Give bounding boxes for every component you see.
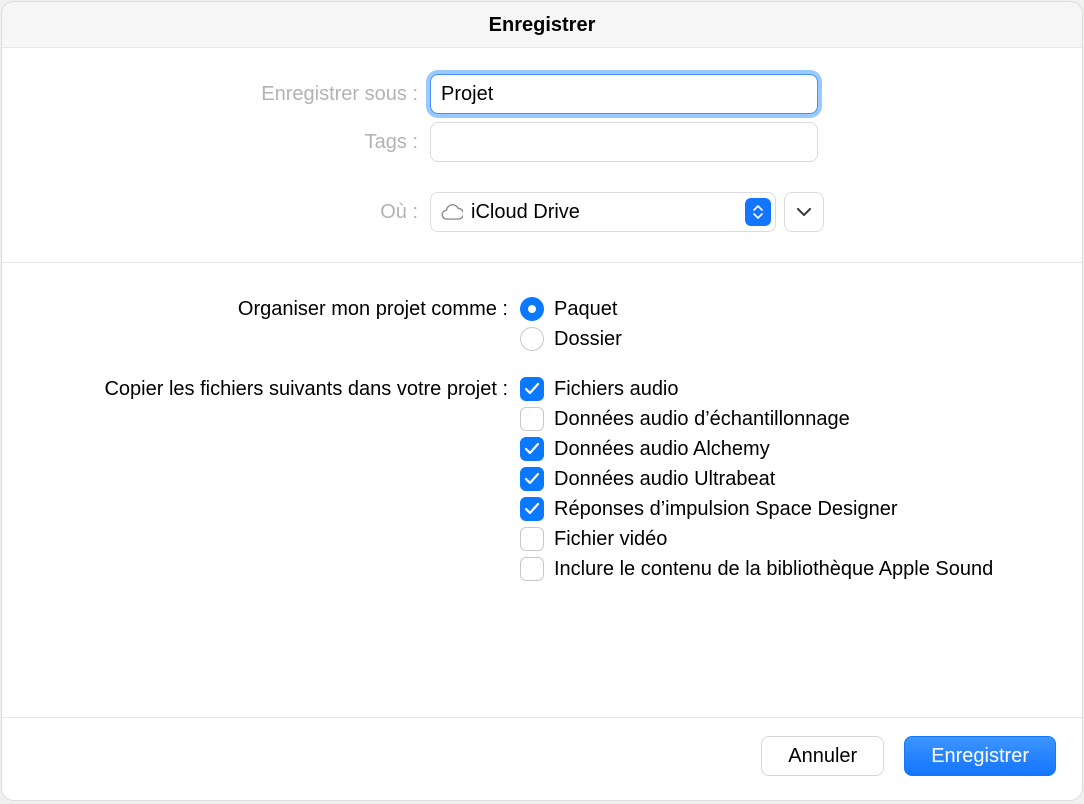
checkbox-alchemy-audio-label: Données audio Alchemy [554,438,770,461]
save-as-label: Enregistrer sous : [22,83,430,106]
cloud-icon [441,204,463,220]
copy-label: Copier les fichiers suivants dans votre … [22,378,520,401]
tags-label: Tags : [22,131,430,154]
where-label: Où : [22,201,430,224]
file-section: Enregistrer sous : Tags : Où : iCloud Dr… [2,48,1082,262]
cancel-button[interactable]: Annuler [761,736,884,776]
disclosure-button[interactable] [784,192,824,232]
where-location-text: iCloud Drive [471,201,745,224]
radio-package[interactable] [520,297,544,321]
radio-package-label: Paquet [554,298,617,321]
checkbox-apple-sound-lib[interactable] [520,557,544,581]
checkbox-sampler-audio[interactable] [520,407,544,431]
checkbox-video-file-label: Fichier vidéo [554,528,667,551]
where-select[interactable]: iCloud Drive [430,192,776,232]
save-dialog: Enregistrer Enregistrer sous : Tags : Où… [2,2,1082,800]
checkbox-space-designer-label: Réponses d’impulsion Space Designer [554,498,898,521]
footer: Annuler Enregistrer [2,717,1082,800]
radio-folder[interactable] [520,327,544,351]
titlebar: Enregistrer [2,2,1082,48]
dialog-title: Enregistrer [2,14,1082,37]
checkbox-sampler-audio-label: Données audio d’échantillonnage [554,408,850,431]
options-section: Organiser mon projet comme : Paquet Doss… [2,263,1082,609]
chevron-down-icon [797,208,811,217]
checkbox-video-file[interactable] [520,527,544,551]
tags-input[interactable] [430,122,818,162]
checkbox-space-designer[interactable] [520,497,544,521]
checkbox-audio-files-label: Fichiers audio [554,378,679,401]
checkbox-ultrabeat-audio[interactable] [520,467,544,491]
checkbox-alchemy-audio[interactable] [520,437,544,461]
checkbox-ultrabeat-audio-label: Données audio Ultrabeat [554,468,775,491]
checkbox-audio-files[interactable] [520,377,544,401]
checkbox-apple-sound-lib-label: Inclure le contenu de la bibliothèque Ap… [554,558,993,581]
updown-icon [745,198,771,226]
save-button[interactable]: Enregistrer [904,736,1056,776]
radio-folder-label: Dossier [554,328,622,351]
organize-label: Organiser mon projet comme : [22,298,520,321]
filename-input[interactable] [430,74,818,114]
